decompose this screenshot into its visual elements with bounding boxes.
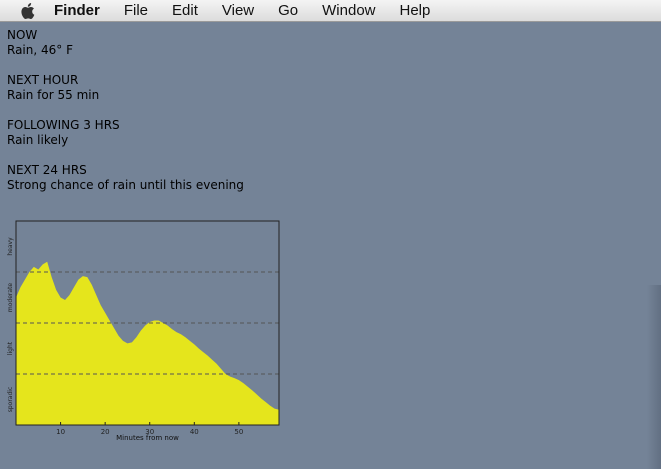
menu-view[interactable]: View [222,2,254,19]
menu-file[interactable]: File [124,2,148,19]
y-category-label: moderate [7,283,14,313]
y-category-label: sporadic [7,387,14,413]
precipitation-chart: sporadiclightmoderateheavy 10 20 30 40 50 Mi… [7,220,280,442]
following-3-text: Rain likely [7,133,69,147]
forecast-next-24-hrs: NEXT 24 HRS Strong chance of rain until … [7,163,244,193]
next-hour-text: Rain for 55 min [7,88,100,102]
x-tick-label: 40 [190,428,199,436]
menu-go[interactable]: Go [278,2,298,19]
now-text: Rain, 46° F [7,43,73,57]
forecast-now: NOW Rain, 46° F [7,28,244,58]
y-category-label: light [7,341,14,355]
menu-bar: Finder File Edit View Go Window Help [0,0,661,22]
next-24-heading: NEXT 24 HRS [7,163,87,177]
menu-help[interactable]: Help [400,2,431,19]
menu-finder[interactable]: Finder [54,2,100,19]
x-tick-label: 20 [101,428,110,436]
apple-logo-icon[interactable] [18,1,36,21]
x-axis-label: Minutes from now [116,434,179,442]
menu-window[interactable]: Window [322,2,375,19]
forecast-following-3-hrs: FOLLOWING 3 HRS Rain likely [7,118,244,148]
y-category-label: heavy [7,237,14,256]
precipitation-area [16,261,279,425]
next-hour-heading: NEXT HOUR [7,73,79,87]
next-24-text: Strong chance of rain until this evening [7,178,244,192]
forecast-next-hour: NEXT HOUR Rain for 55 min [7,73,244,103]
x-tick-label: 10 [56,428,65,436]
following-3-heading: FOLLOWING 3 HRS [7,118,120,132]
x-tick-label: 50 [234,428,243,436]
now-heading: NOW [7,28,38,42]
window-edge-shadow [647,285,661,469]
forecast-report: NOW Rain, 46° F NEXT HOUR Rain for 55 mi… [7,28,244,208]
menu-edit[interactable]: Edit [172,2,198,19]
